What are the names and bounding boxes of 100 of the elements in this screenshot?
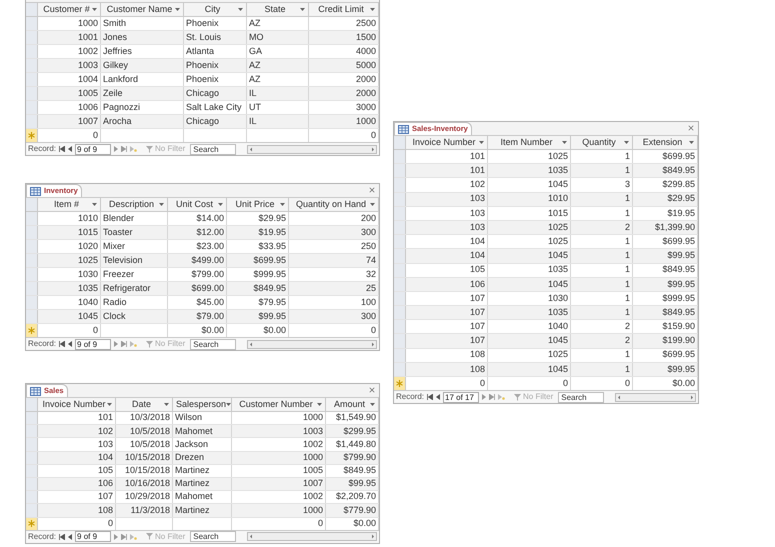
row-selector[interactable] — [26, 212, 38, 225]
horizontal-scrollbar[interactable] — [247, 144, 377, 154]
row-selector[interactable] — [394, 150, 406, 164]
new-record-icon[interactable] — [130, 341, 138, 347]
first-record-icon[interactable] — [59, 341, 66, 347]
record-position-field[interactable]: 9 of 9 — [75, 338, 112, 350]
column-header[interactable]: Item Number — [488, 136, 571, 149]
column-header[interactable]: Extension — [633, 136, 698, 149]
new-row-selector[interactable] — [26, 324, 38, 337]
dropdown-arrow-icon[interactable] — [164, 402, 169, 406]
row-selector[interactable] — [394, 362, 406, 376]
column-header[interactable]: City — [184, 3, 247, 16]
row-selector[interactable] — [394, 235, 406, 248]
new-row-selector[interactable] — [26, 129, 38, 142]
dropdown-arrow-icon[interactable] — [92, 8, 97, 12]
dropdown-arrow-icon[interactable] — [562, 140, 567, 144]
row-selector[interactable] — [26, 282, 38, 295]
last-record-icon[interactable] — [121, 341, 128, 347]
new-record-icon[interactable] — [130, 534, 138, 540]
horizontal-scrollbar[interactable] — [615, 392, 696, 402]
row-selector[interactable] — [26, 491, 38, 504]
horizontal-scrollbar[interactable] — [247, 532, 377, 542]
row-selector[interactable] — [26, 268, 38, 281]
dropdown-arrow-icon[interactable] — [107, 402, 112, 406]
search-field[interactable]: Search — [190, 144, 236, 154]
row-selector[interactable] — [26, 87, 38, 100]
select-all-cell[interactable] — [26, 3, 38, 16]
previous-record-icon[interactable] — [68, 341, 72, 347]
new-record-icon[interactable] — [130, 146, 138, 152]
column-header[interactable]: Customer # — [38, 3, 101, 16]
record-position-field[interactable]: 9 of 9 — [75, 144, 112, 154]
dropdown-arrow-icon[interactable] — [317, 402, 322, 406]
next-record-icon[interactable] — [114, 341, 118, 347]
column-header[interactable]: Description — [101, 198, 168, 211]
horizontal-scrollbar[interactable] — [247, 340, 377, 348]
column-header[interactable]: Salesperson — [173, 398, 232, 411]
column-header[interactable]: Customer Number — [232, 398, 326, 411]
select-all-cell[interactable] — [26, 198, 38, 211]
column-header[interactable]: Quantity on Hand — [289, 198, 379, 211]
row-selector[interactable] — [26, 31, 38, 44]
scroll-left-icon[interactable] — [248, 146, 254, 152]
first-record-icon[interactable] — [59, 146, 66, 152]
dropdown-arrow-icon[interactable] — [226, 402, 232, 406]
dropdown-arrow-icon[interactable] — [175, 8, 180, 12]
first-record-icon[interactable] — [427, 394, 434, 400]
row-selector[interactable] — [26, 254, 38, 267]
last-record-icon[interactable] — [121, 146, 128, 152]
row-selector[interactable] — [26, 73, 38, 86]
dropdown-arrow-icon[interactable] — [159, 202, 164, 206]
next-record-icon[interactable] — [114, 146, 118, 152]
close-icon[interactable] — [368, 386, 376, 394]
dropdown-arrow-icon[interactable] — [280, 202, 285, 206]
dropdown-arrow-icon[interactable] — [92, 202, 97, 206]
row-selector[interactable] — [26, 101, 38, 114]
previous-record-icon[interactable] — [68, 534, 72, 540]
column-header[interactable]: Customer Name — [101, 3, 184, 16]
close-icon[interactable] — [687, 124, 695, 132]
column-header[interactable]: Unit Cost — [168, 198, 227, 211]
scroll-left-icon[interactable] — [248, 340, 254, 348]
column-header[interactable]: Amount — [326, 398, 379, 411]
search-field[interactable]: Search — [558, 392, 604, 403]
dropdown-arrow-icon[interactable] — [370, 402, 375, 406]
row-selector[interactable] — [26, 504, 38, 516]
column-header[interactable]: Item # — [38, 198, 101, 211]
next-record-icon[interactable] — [482, 394, 486, 400]
column-header[interactable]: Quantity — [571, 136, 633, 149]
record-position-field[interactable]: 9 of 9 — [75, 531, 112, 542]
dropdown-arrow-icon[interactable] — [689, 140, 694, 144]
row-selector[interactable] — [394, 164, 406, 178]
dropdown-arrow-icon[interactable] — [479, 140, 484, 144]
row-selector[interactable] — [26, 45, 38, 58]
last-record-icon[interactable] — [121, 534, 128, 540]
row-selector[interactable] — [26, 452, 38, 464]
first-record-icon[interactable] — [59, 534, 66, 540]
row-selector[interactable] — [394, 264, 406, 277]
row-selector[interactable] — [26, 478, 38, 490]
column-header[interactable]: Unit Price — [227, 198, 289, 211]
scroll-left-icon[interactable] — [616, 394, 622, 401]
row-selector[interactable] — [26, 296, 38, 309]
row-selector[interactable] — [394, 220, 406, 234]
column-header[interactable]: Credit Limit — [309, 3, 379, 16]
dropdown-arrow-icon[interactable] — [300, 8, 305, 12]
row-selector[interactable] — [26, 412, 38, 424]
close-icon[interactable] — [368, 186, 376, 194]
next-record-icon[interactable] — [114, 534, 118, 540]
row-selector[interactable] — [26, 464, 38, 477]
scroll-right-icon[interactable] — [370, 146, 376, 152]
row-selector[interactable] — [394, 306, 406, 320]
scroll-right-icon[interactable] — [689, 394, 695, 401]
column-header[interactable]: State — [247, 3, 309, 16]
previous-record-icon[interactable] — [436, 394, 440, 400]
select-all-cell[interactable] — [26, 398, 38, 411]
row-selector[interactable] — [394, 278, 406, 291]
row-selector[interactable] — [26, 240, 38, 253]
row-selector[interactable] — [394, 334, 406, 348]
column-header[interactable]: Invoice Number — [406, 136, 488, 149]
last-record-icon[interactable] — [489, 394, 496, 400]
dropdown-arrow-icon[interactable] — [218, 202, 223, 206]
scroll-left-icon[interactable] — [248, 533, 254, 540]
row-selector[interactable] — [394, 320, 406, 334]
